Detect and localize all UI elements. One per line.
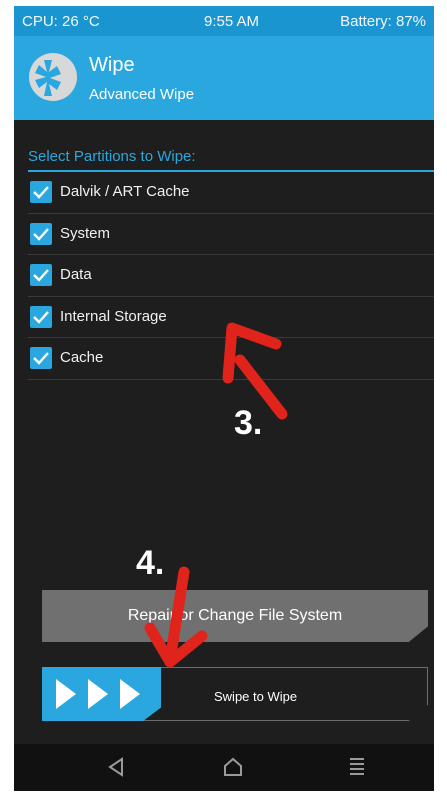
repair-filesystem-button[interactable]: Repair or Change File System — [42, 590, 428, 642]
checkbox-checked-icon[interactable] — [30, 222, 52, 245]
page-subtitle: Advanced Wipe — [89, 86, 195, 103]
battery-level: Battery: 87% — [340, 13, 426, 30]
menu-lines-icon[interactable] — [348, 756, 366, 778]
partition-row-system[interactable]: System — [28, 214, 434, 255]
checkbox-checked-icon[interactable] — [30, 264, 52, 286]
partition-label: System — [60, 224, 111, 242]
home-icon[interactable] — [222, 756, 244, 778]
repair-button-label: Repair or Change File System — [127, 607, 343, 624]
partition-row-data[interactable]: Data — [28, 255, 434, 297]
twrp-logo-icon — [29, 53, 77, 101]
partition-row-dalvik[interactable]: Dalvik / ART Cache — [28, 172, 434, 214]
back-triangle-icon[interactable] — [106, 756, 126, 778]
clock: 9:55 AM — [204, 13, 260, 30]
cpu-temperature: CPU: 26 °C — [22, 13, 100, 30]
checkbox-checked-icon[interactable] — [30, 305, 52, 328]
swipe-handle[interactable] — [42, 667, 161, 721]
twrp-screen: CPU: 26 °C 9:55 AM Battery: 87% Wipe Adv… — [14, 6, 434, 791]
partition-label: Dalvik / ART Cache — [60, 183, 190, 200]
checkbox-checked-icon[interactable] — [30, 181, 52, 203]
checkbox-checked-icon[interactable] — [30, 347, 52, 369]
header: Wipe Advanced Wipe — [14, 36, 434, 120]
partition-label: Cache — [60, 349, 104, 366]
annotation-step-4: 4. — [136, 544, 165, 582]
swipe-label: Swipe to Wipe — [214, 689, 298, 704]
status-bar: CPU: 26 °C 9:55 AM Battery: 87% — [14, 6, 434, 36]
section-label: Select Partitions to Wipe: — [28, 148, 196, 165]
navigation-bar — [14, 744, 434, 791]
partition-label: Data — [60, 266, 92, 283]
partition-label: Internal Storage — [60, 307, 167, 325]
annotation-step-3: 3. — [234, 404, 263, 442]
triple-chevron-right-icon — [56, 679, 140, 709]
page-title: Wipe — [89, 54, 135, 76]
